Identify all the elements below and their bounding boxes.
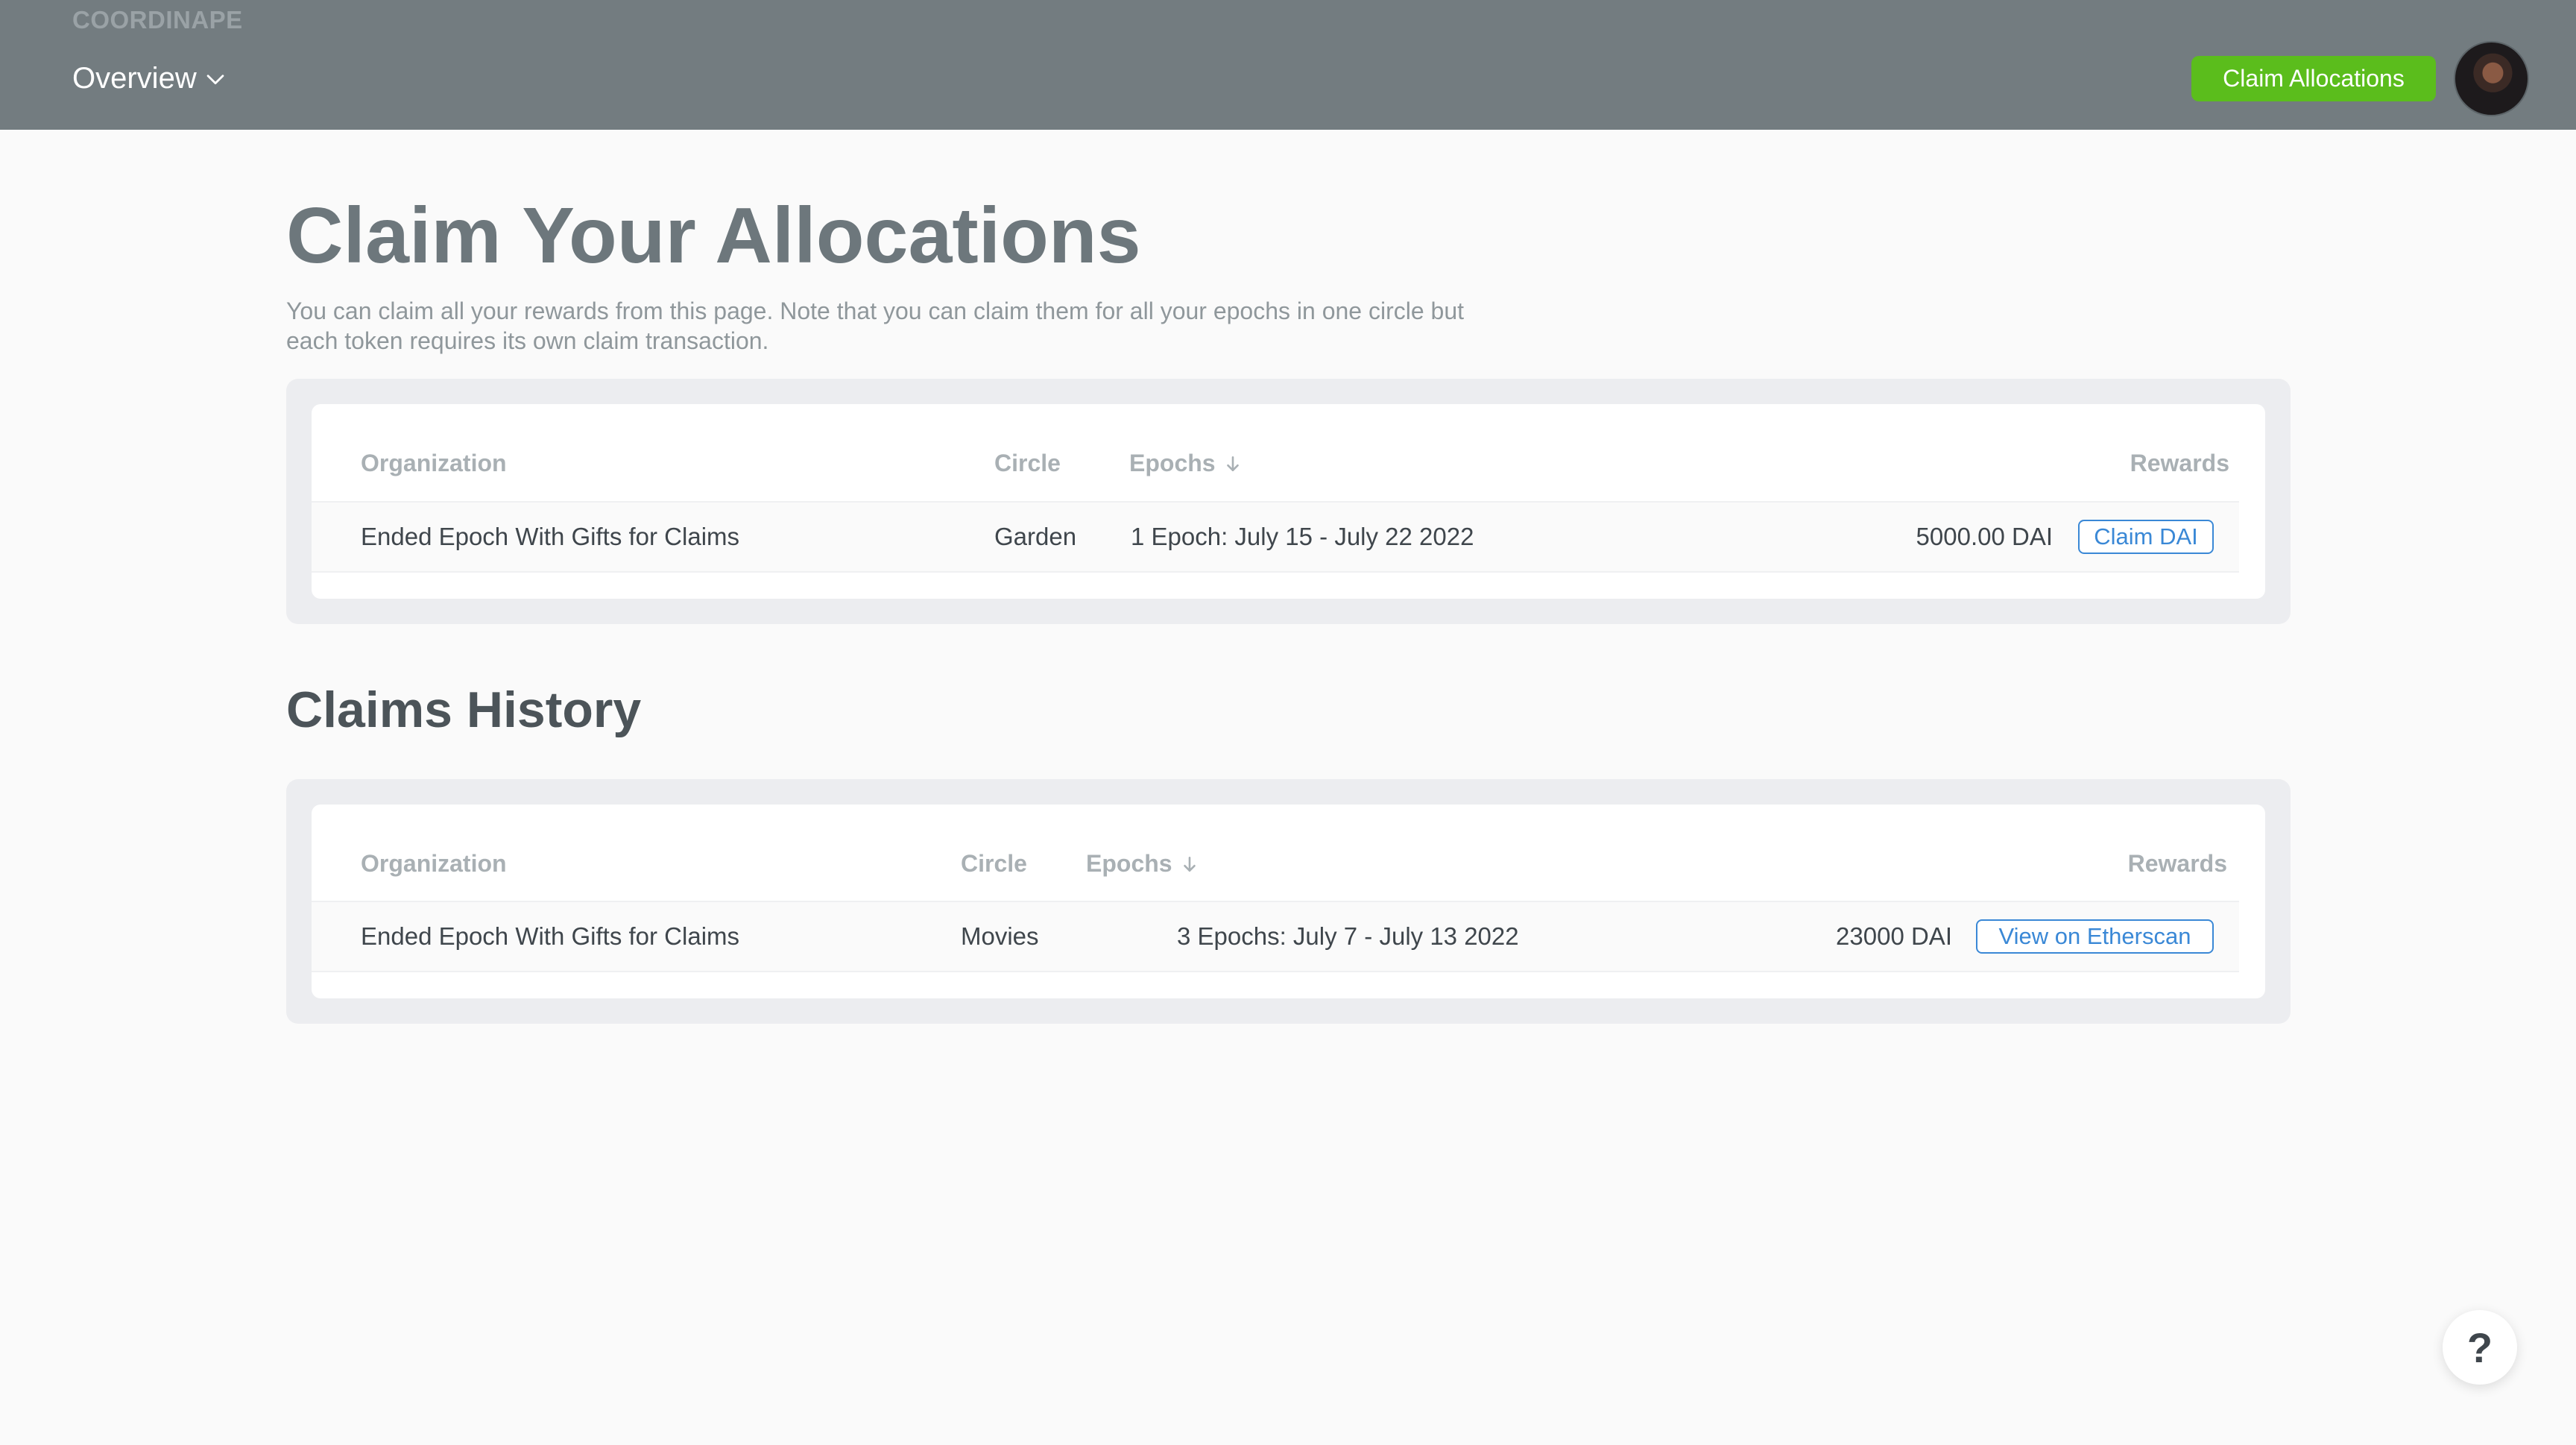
row-organization: Ended Epoch With Gifts for Claims xyxy=(361,922,740,950)
claims-col-epochs-sort[interactable]: Epochs xyxy=(1129,450,1243,477)
row-rewards: 5000.00 DAI xyxy=(1916,523,2053,550)
history-col-epochs-label: Epochs xyxy=(1086,850,1172,877)
claim-allocations-button[interactable]: Claim Allocations xyxy=(2191,56,2436,101)
arrow-down-icon xyxy=(1226,456,1239,471)
overview-menu-label: Overview xyxy=(72,61,197,95)
chevron-down-icon xyxy=(206,75,224,85)
claims-col-organization: Organization xyxy=(361,450,507,476)
table-row: Ended Epoch With Gifts for Claims Garden… xyxy=(312,501,2239,573)
claims-col-circle: Circle xyxy=(994,450,1061,476)
arrow-down-icon xyxy=(1183,856,1196,872)
history-col-epochs-sort[interactable]: Epochs xyxy=(1086,850,1199,878)
page-title: Claim Your Allocations xyxy=(286,192,1141,280)
question-mark-icon: ? xyxy=(2466,1323,2493,1371)
row-epochs: 1 Epoch: July 15 - July 22 2022 xyxy=(1131,523,1474,550)
history-col-circle: Circle xyxy=(961,850,1027,877)
help-button[interactable]: ? xyxy=(2443,1310,2517,1385)
top-navigation-bar: COORDINAPE Overview Claim Allocations xyxy=(0,0,2576,130)
history-col-rewards: Rewards xyxy=(2127,850,2227,877)
row-organization: Ended Epoch With Gifts for Claims xyxy=(361,523,740,550)
claims-history-title: Claims History xyxy=(286,681,642,738)
row-epochs: 3 Epochs: July 7 - July 13 2022 xyxy=(1177,922,1519,950)
row-rewards: 23000 DAI xyxy=(1836,922,1952,950)
claims-col-epochs-label: Epochs xyxy=(1129,450,1216,476)
page-description: You can claim all your rewards from this… xyxy=(286,298,1465,354)
claims-col-rewards: Rewards xyxy=(2130,450,2229,476)
view-on-etherscan-link[interactable]: View on Etherscan xyxy=(1976,919,2214,954)
overview-menu[interactable]: Overview xyxy=(72,60,228,97)
row-circle: Garden xyxy=(994,523,1077,550)
brand-logo[interactable]: COORDINAPE xyxy=(72,6,243,34)
row-circle: Movies xyxy=(961,922,1039,950)
table-row: Ended Epoch With Gifts for Claims Movies… xyxy=(312,901,2239,972)
history-col-organization: Organization xyxy=(361,850,507,877)
claim-dai-button[interactable]: Claim DAI xyxy=(2078,520,2214,554)
user-avatar[interactable] xyxy=(2454,41,2529,116)
